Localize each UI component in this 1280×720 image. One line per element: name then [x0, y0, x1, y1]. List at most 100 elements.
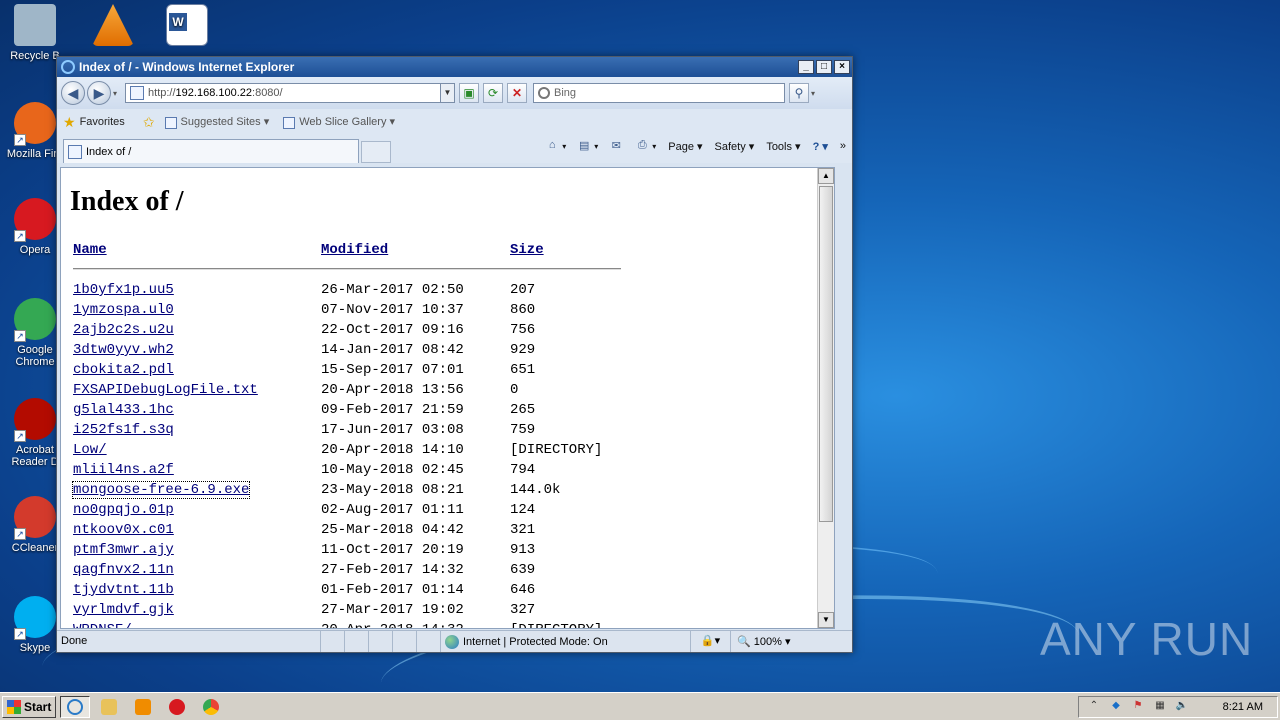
- clock[interactable]: 8:21 AM: [1223, 701, 1263, 713]
- scroll-thumb[interactable]: [819, 186, 833, 522]
- file-link[interactable]: no0gpqjo.01p: [73, 502, 174, 518]
- help-menu[interactable]: ? ▾: [813, 140, 828, 153]
- volume-icon[interactable]: 🔈: [1175, 700, 1189, 714]
- file-link[interactable]: 3dtw0yyv.wh2: [73, 342, 174, 358]
- ie-icon: [67, 698, 83, 715]
- back-button[interactable]: ◀: [61, 81, 85, 105]
- address-input[interactable]: http://192.168.100.22:8080/: [148, 87, 440, 99]
- tools-menu[interactable]: Tools ▾: [766, 140, 800, 153]
- taskbar-chrome-button[interactable]: [196, 696, 226, 718]
- home-icon[interactable]: ⌂: [544, 139, 560, 153]
- sort-size-link[interactable]: Size: [510, 242, 544, 258]
- modified-cell: 14-Jan-2017 08:42: [321, 342, 464, 358]
- add-favorites-icon[interactable]: ✩: [143, 114, 155, 131]
- size-cell: 207: [510, 282, 536, 298]
- search-options-icon[interactable]: ▾: [811, 89, 815, 98]
- taskbar-ie-button[interactable]: [60, 695, 90, 718]
- search-button[interactable]: ⚲: [789, 83, 810, 103]
- file-link[interactable]: vyrlmdvf.gjk: [73, 602, 174, 618]
- address-bar[interactable]: http://192.168.100.22:8080/ ▼: [125, 83, 456, 103]
- suggested-sites-link[interactable]: Suggested Sites ▾: [164, 115, 269, 129]
- sort-name-link[interactable]: Name: [73, 242, 107, 258]
- file-link[interactable]: Low/: [73, 442, 107, 458]
- desktop-icon[interactable]: Recycle B: [0, 4, 70, 62]
- close-button[interactable]: ×: [834, 60, 850, 74]
- table-row: qagfnvx2.11n 27-Feb-2017 14:32 639: [73, 560, 630, 580]
- page-menu[interactable]: Page ▾: [668, 140, 702, 153]
- file-link[interactable]: 1b0yfx1p.uu5: [73, 282, 174, 298]
- taskbar-explorer-button[interactable]: [94, 696, 124, 718]
- size-cell: 646: [510, 582, 536, 598]
- taskbar-media-player-button[interactable]: [128, 696, 158, 718]
- security-zone[interactable]: Internet | Protected Mode: On: [441, 631, 691, 652]
- mail-icon[interactable]: ✉: [608, 139, 624, 153]
- modified-cell: 01-Feb-2017 01:14: [321, 582, 464, 598]
- home-dropdown-icon[interactable]: ▾: [562, 142, 566, 151]
- taskbar-opera-button[interactable]: [162, 696, 192, 718]
- modified-cell: 07-Nov-2017 10:37: [321, 302, 464, 318]
- forward-button[interactable]: ▶: [87, 81, 111, 105]
- stop-button[interactable]: ✕: [507, 83, 528, 103]
- file-link[interactable]: i252fs1f.s3q: [73, 422, 174, 438]
- print-icon[interactable]: ⎙: [634, 139, 650, 153]
- zoom-control[interactable]: 🔍 100% ▾: [731, 635, 790, 648]
- shortcut-arrow-icon: ↗: [14, 134, 26, 146]
- new-tab-button[interactable]: [361, 141, 391, 163]
- file-link[interactable]: ntkoov0x.c01: [73, 522, 174, 538]
- chevron-right-icon[interactable]: »: [840, 140, 846, 152]
- size-cell: 321: [510, 522, 536, 538]
- title-bar[interactable]: Index of / - Windows Internet Explorer _…: [57, 57, 852, 77]
- sort-modified-link[interactable]: Modified: [321, 242, 388, 258]
- refresh-button[interactable]: ⟳: [483, 83, 504, 103]
- word-document-icon: W: [166, 4, 208, 46]
- protected-mode-button[interactable]: 🔒▾: [691, 631, 731, 652]
- vlc-desktop-icon[interactable]: [78, 4, 148, 50]
- safety-menu[interactable]: Safety ▾: [715, 140, 755, 153]
- size-cell: 759: [510, 422, 536, 438]
- feeds-icon[interactable]: ▤: [576, 139, 592, 153]
- favorites-button[interactable]: Favorites: [80, 116, 125, 128]
- history-dropdown-icon[interactable]: ▾: [113, 89, 117, 98]
- feeds-dropdown-icon[interactable]: ▾: [594, 142, 598, 151]
- minimize-button[interactable]: _: [798, 60, 814, 74]
- file-link[interactable]: WPDNSE/: [73, 622, 132, 628]
- file-link[interactable]: cbokita2.pdl: [73, 362, 174, 378]
- network-icon[interactable]: ▦: [1153, 700, 1167, 714]
- search-input[interactable]: Bing: [533, 83, 786, 103]
- table-row: 3dtw0yyv.wh2 14-Jan-2017 08:42 929: [73, 340, 630, 360]
- anyrun-tray-icon[interactable]: ◆: [1109, 700, 1123, 714]
- file-link[interactable]: ptmf3mwr.ajy: [73, 542, 174, 558]
- size-cell: [DIRECTORY]: [510, 622, 630, 628]
- word-document-desktop-icon[interactable]: W: [152, 4, 222, 50]
- listing-header: Name Modified Size: [73, 242, 630, 260]
- favorites-bar: ★ Favorites ✩ Suggested Sites ▾ Web Slic…: [57, 109, 852, 135]
- file-link[interactable]: mliil4ns.a2f: [73, 462, 174, 478]
- tab-row: Index of / ⌂ ▾ ▤ ▾ ✉ ⎙ ▾ Page ▾ Safety ▾ To…: [57, 135, 852, 163]
- modified-cell: 11-Oct-2017 20:19: [321, 542, 464, 558]
- table-row: Low/20-Apr-2018 14:10 [DIRECTORY]: [73, 440, 630, 460]
- scroll-down-button[interactable]: ▼: [818, 612, 834, 628]
- media-player-icon: [135, 698, 151, 715]
- file-link[interactable]: tjydvtnt.11b: [73, 582, 174, 598]
- shortcut-arrow-icon: ↗: [14, 330, 26, 342]
- tab-index[interactable]: Index of /: [63, 139, 359, 163]
- address-dropdown-button[interactable]: ▼: [440, 84, 455, 102]
- file-link[interactable]: FXSAPIDebugLogFile.txt: [73, 382, 258, 398]
- ie-icon: [61, 60, 75, 74]
- file-link[interactable]: qagfnvx2.11n: [73, 562, 174, 578]
- maximize-button[interactable]: □: [816, 60, 832, 74]
- action-center-icon[interactable]: ⚑: [1131, 700, 1145, 714]
- page-content: Index of / Name Modified Size 1b0yfx1p.u…: [60, 167, 835, 629]
- compatibility-view-button[interactable]: ▣: [459, 83, 480, 103]
- print-dropdown-icon[interactable]: ▾: [652, 142, 656, 151]
- scroll-up-button[interactable]: ▲: [818, 168, 834, 184]
- show-hidden-icons-icon[interactable]: ⌃: [1087, 700, 1101, 714]
- vertical-scrollbar[interactable]: ▲ ▼: [817, 168, 834, 628]
- file-link[interactable]: mongoose-free-6.9.exe: [71, 481, 251, 499]
- file-link[interactable]: g5lal433.1hc: [73, 402, 174, 418]
- file-link[interactable]: 2ajb2c2s.u2u: [73, 322, 174, 338]
- start-button[interactable]: Start: [2, 695, 56, 718]
- file-link[interactable]: 1ymzospa.ul0: [73, 302, 174, 318]
- table-row: tjydvtnt.11b 01-Feb-2017 01:14 646: [73, 580, 630, 600]
- web-slice-gallery-link[interactable]: Web Slice Gallery ▾: [283, 115, 395, 129]
